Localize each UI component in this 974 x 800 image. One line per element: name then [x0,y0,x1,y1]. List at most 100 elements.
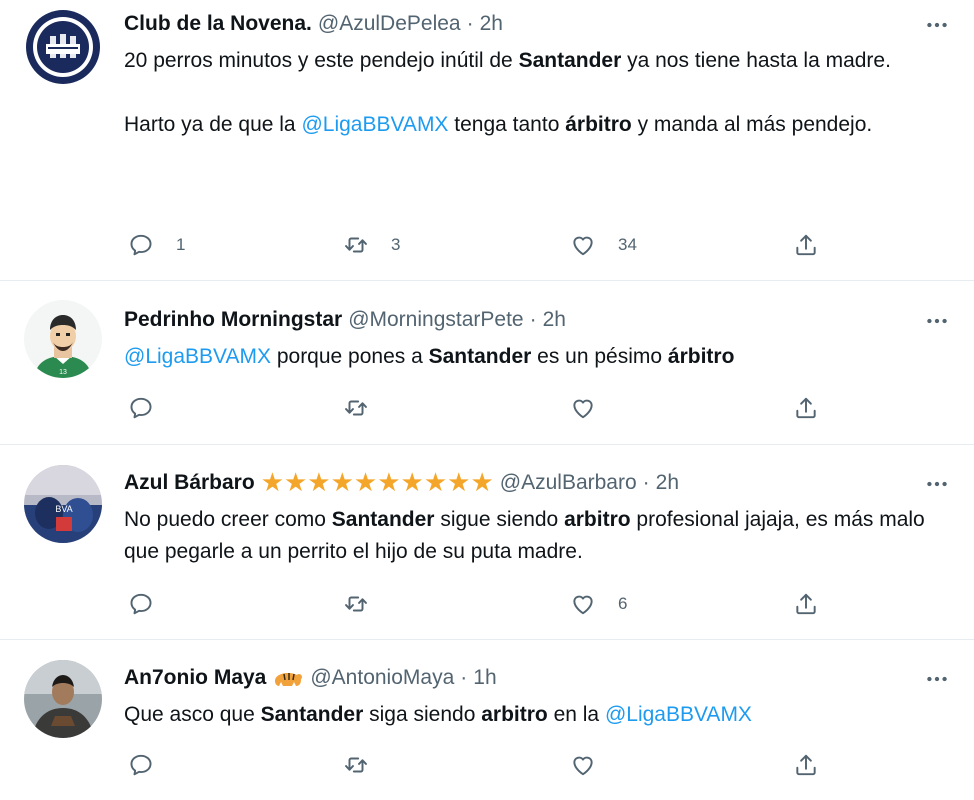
reply-button[interactable] [128,393,176,423]
tweet-header: Azul Bárbaro ★★★★★★★★★★ @AzulBarbaro · 2… [124,469,679,497]
user-handle[interactable]: @AzulDePelea [318,10,461,38]
more-options-button[interactable] [922,306,952,336]
svg-text:13: 13 [59,369,67,376]
reply-button[interactable] [128,589,176,619]
svg-text:BVA: BVA [55,504,72,514]
share-button[interactable] [793,589,819,619]
tweet[interactable]: BVA Azul Bárbaro ★★★★★★★★★★ @AzulBarbaro… [0,445,974,640]
text-segment: No puedo creer como [124,508,332,531]
avatar[interactable] [24,8,102,86]
text-segment: porque pones a [271,345,429,368]
text-segment: 20 perros minutos y este pendejo inútil … [124,49,519,72]
highlight-keyword: Santander [428,345,532,368]
reply-icon [128,395,154,421]
paragraph: @LigaBBVAMX porque pones a Santander es … [124,341,954,373]
mention-link[interactable]: @LigaBBVAMX [605,703,752,726]
highlight-keyword: Santander [260,703,364,726]
timestamp[interactable]: 2h [543,306,566,334]
share-button[interactable] [793,393,819,423]
tweet-text: No puedo creer como Santander sigue sien… [124,504,954,568]
timestamp[interactable]: 1h [473,664,496,692]
paragraph: Que asco que Santander siga siendo arbit… [124,699,954,731]
tweet-actions: 6 [124,589,844,619]
reply-icon [128,232,154,258]
tweet-header: Club de la Novena. @AzulDePelea · 2h [124,10,503,38]
user-photo-avatar-image: BVA [24,465,102,543]
retweet-button[interactable] [343,750,391,780]
reply-button[interactable] [128,750,176,780]
text-segment: tenga tanto [448,113,566,136]
share-icon [793,232,819,258]
text-segment: y manda al más pendejo. [631,113,873,136]
retweet-count: 3 [391,235,401,254]
text-segment: Que asco que [124,703,261,726]
text-segment: ya nos tiene hasta la madre. [621,49,891,72]
like-count: 34 [618,235,637,254]
user-handle[interactable]: @MorningstarPete [348,306,523,334]
retweet-button[interactable]: 3 [343,230,400,260]
display-name[interactable]: An7onio Maya [124,664,266,692]
text-segment: siga siendo [363,703,482,726]
share-icon [793,395,819,421]
more-options-button[interactable] [922,664,952,694]
tweet[interactable]: Club de la Novena. @AzulDePelea · 2h 20 … [0,0,974,281]
more-icon [924,308,950,334]
more-icon [924,12,950,38]
text-segment: Harto ya de que la [124,113,302,136]
mention-link[interactable]: @LigaBBVAMX [124,345,271,368]
timestamp[interactable]: 2h [480,10,503,38]
paragraph: No puedo creer como Santander sigue sien… [124,504,954,568]
tweet[interactable]: 13 Pedrinho Morningstar @MorningstarPete… [0,281,974,445]
text-segment: sigue siendo [434,508,565,531]
highlight-keyword: árbitro [565,113,632,136]
retweet-button[interactable] [343,589,391,619]
retweet-icon [343,232,369,258]
separator-dot: · [466,12,474,35]
heart-icon [570,232,596,258]
like-button[interactable]: 34 [570,230,637,260]
more-icon [924,666,950,692]
more-icon [924,471,950,497]
user-handle[interactable]: @AntonioMaya [310,664,454,692]
highlight-keyword: Santander [331,508,435,531]
like-button[interactable] [570,750,618,780]
avatar[interactable] [24,660,102,738]
mention-link[interactable]: @LigaBBVAMX [301,113,448,136]
text-segment: es un pésimo [531,345,668,368]
reply-button[interactable]: 1 [128,230,185,260]
timestamp[interactable]: 2h [656,469,679,497]
tiger-icon [272,667,304,689]
retweet-icon [343,591,369,617]
tweet[interactable]: An7onio Maya @AntonioMaya · 1h Que asco … [0,640,974,800]
user-handle[interactable]: @AzulBarbaro [500,469,637,497]
reply-count: 1 [176,235,186,254]
text-segment: en la [547,703,605,726]
more-options-button[interactable] [922,10,952,40]
like-count: 6 [618,594,628,613]
retweet-button[interactable] [343,393,391,423]
highlight-keyword: arbitro [564,508,631,531]
tweet-actions [124,393,844,423]
avatar[interactable]: BVA [24,465,102,543]
like-button[interactable] [570,393,618,423]
separator-dot: · [642,471,650,494]
share-button[interactable] [793,750,819,780]
club-crest-avatar-image [24,8,102,86]
like-button[interactable]: 6 [570,589,627,619]
more-options-button[interactable] [922,469,952,499]
retweet-icon [343,395,369,421]
display-name[interactable]: Azul Bárbaro [124,469,255,497]
separator-dot: · [529,308,537,331]
heart-icon [570,395,596,421]
highlight-keyword: arbitro [481,703,548,726]
user-photo-avatar-image [24,660,102,738]
reply-icon [128,752,154,778]
heart-icon [570,591,596,617]
display-name[interactable]: Pedrinho Morningstar [124,306,342,334]
display-name[interactable]: Club de la Novena. [124,10,312,38]
paragraph: Harto ya de que la @LigaBBVAMX tenga tan… [124,109,954,141]
tweet-text: Que asco que Santander siga siendo arbit… [124,699,954,731]
tweet-text: 20 perros minutos y este pendejo inútil … [124,45,954,141]
share-button[interactable] [793,230,819,260]
avatar[interactable]: 13 [24,300,102,378]
